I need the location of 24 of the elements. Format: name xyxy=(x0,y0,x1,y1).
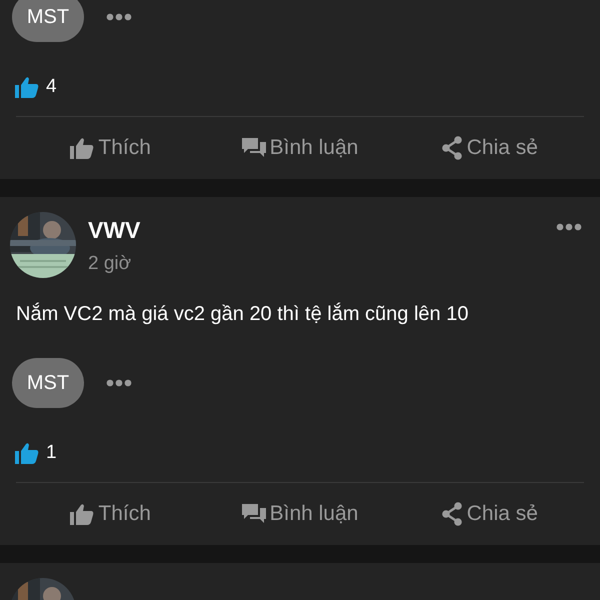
action-button[interactable]: Bình luận xyxy=(205,483,395,545)
post-time: 2 giờ xyxy=(88,252,132,276)
action-button[interactable]: Thích xyxy=(16,483,206,545)
like-count: 4 xyxy=(46,75,57,99)
like-count: 1 xyxy=(46,441,57,465)
like-icon xyxy=(70,137,94,159)
action-button[interactable]: Chia sẻ xyxy=(394,483,584,545)
more-icon[interactable] xyxy=(106,379,132,387)
share-icon xyxy=(440,502,463,526)
like-icon xyxy=(70,503,94,525)
action-button[interactable]: Chia sẻ xyxy=(394,117,584,179)
author-name[interactable]: VWV xyxy=(88,215,140,245)
post-text: Nắm VC2 mà giá vc2 gần 20 thì tệ lắm cũng lên 10 xyxy=(16,302,470,327)
like-icon xyxy=(15,76,39,98)
action-button[interactable]: Thích xyxy=(16,117,206,179)
like-icon xyxy=(15,442,39,464)
comment-icon xyxy=(242,137,266,159)
comment-icon xyxy=(242,503,266,525)
share-icon xyxy=(440,136,463,160)
reaction-chip[interactable]: MST xyxy=(12,358,84,408)
reaction-chip[interactable]: MST xyxy=(12,0,84,42)
more-icon[interactable] xyxy=(556,223,582,231)
more-icon[interactable] xyxy=(106,13,132,21)
action-button[interactable]: Bình luận xyxy=(205,117,395,179)
